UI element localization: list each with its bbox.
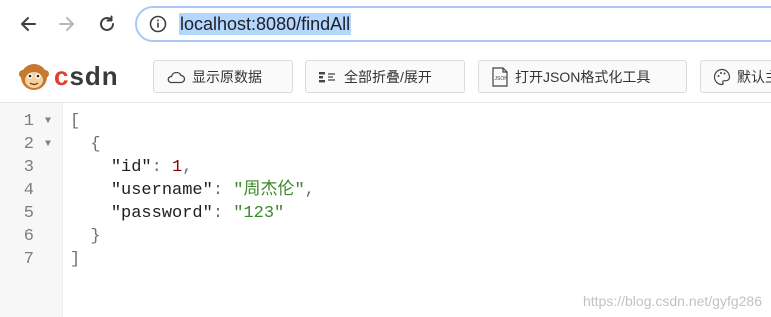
comma: , (182, 158, 193, 177)
json-value-string: "周杰伦" (233, 181, 305, 200)
url-text[interactable]: localhost:8080/findAll (179, 13, 352, 35)
line-number: 1 (23, 112, 34, 131)
browser-toolbar: localhost:8080/findAll (0, 0, 771, 49)
json-file-icon: JSON (491, 66, 509, 87)
address-bar[interactable]: localhost:8080/findAll (135, 6, 771, 42)
svg-text:JSON: JSON (495, 76, 509, 82)
fold-all-label: 全部折叠/展开 (344, 68, 432, 85)
code-line-5: 5 "password": "123" (0, 202, 771, 225)
code-line-4: 4 "username": "周杰伦", (0, 179, 771, 202)
open-brace: { (90, 135, 101, 154)
line-number: 3 (23, 158, 34, 177)
arrow-right-icon (59, 17, 74, 31)
json-value-number: 1 (172, 158, 183, 177)
json-key: "username" (110, 181, 213, 200)
open-bracket: [ (70, 112, 81, 131)
json-extension-toolbar: csdn 显示原数据 全部折叠/展开 JSON 打开JSON格式化工具 默认 (0, 49, 771, 103)
forward-button[interactable] (53, 10, 81, 38)
fold-toggle-icon[interactable]: ▼ (45, 133, 51, 156)
json-value-string: "123" (233, 204, 285, 223)
line-number: 6 (23, 227, 34, 246)
code-line-6: 6 } (0, 225, 771, 248)
palette-icon (713, 68, 731, 86)
code-line-3: 3 "id": 1, (0, 156, 771, 179)
code-line-7: 7 ] (0, 248, 771, 271)
line-number: 7 (23, 250, 34, 269)
csdn-logo: csdn (18, 59, 119, 93)
line-number: 4 (23, 181, 34, 200)
comma: , (304, 181, 315, 200)
cloud-icon (166, 70, 186, 84)
show-raw-data-button[interactable]: 显示原数据 (153, 60, 293, 93)
close-brace: } (90, 227, 101, 246)
fold-all-button[interactable]: 全部折叠/展开 (305, 60, 465, 93)
fold-toggle-icon[interactable]: ▼ (45, 110, 51, 133)
reload-icon (100, 15, 114, 31)
line-number: 2 (23, 135, 34, 154)
json-viewer: 1 ▼ [ 2 ▼ { 3 "id": 1, 4 "username": "周杰… (0, 103, 771, 317)
theme-button[interactable]: 默认主 (700, 60, 771, 93)
code-line-2: 2 ▼ { (0, 133, 771, 156)
open-json-tool-button[interactable]: JSON 打开JSON格式化工具 (478, 60, 687, 93)
line-number: 5 (23, 204, 34, 223)
info-icon[interactable] (149, 15, 167, 33)
logo-text: csdn (54, 60, 119, 91)
reload-button[interactable] (93, 10, 121, 38)
fold-icon (318, 70, 338, 84)
theme-label: 默认主 (737, 68, 771, 85)
watermark: https://blog.csdn.net/gyfg286 (582, 293, 762, 309)
close-bracket: ] (70, 250, 81, 269)
json-key: "id" (110, 158, 152, 177)
open-json-tool-label: 打开JSON格式化工具 (515, 68, 651, 85)
back-button[interactable] (14, 10, 42, 38)
show-raw-data-label: 显示原数据 (192, 68, 262, 85)
code-line-1: 1 ▼ [ (0, 110, 771, 133)
arrow-left-icon (21, 17, 36, 31)
json-key: "password" (110, 204, 213, 223)
monkey-logo-icon (19, 64, 49, 90)
